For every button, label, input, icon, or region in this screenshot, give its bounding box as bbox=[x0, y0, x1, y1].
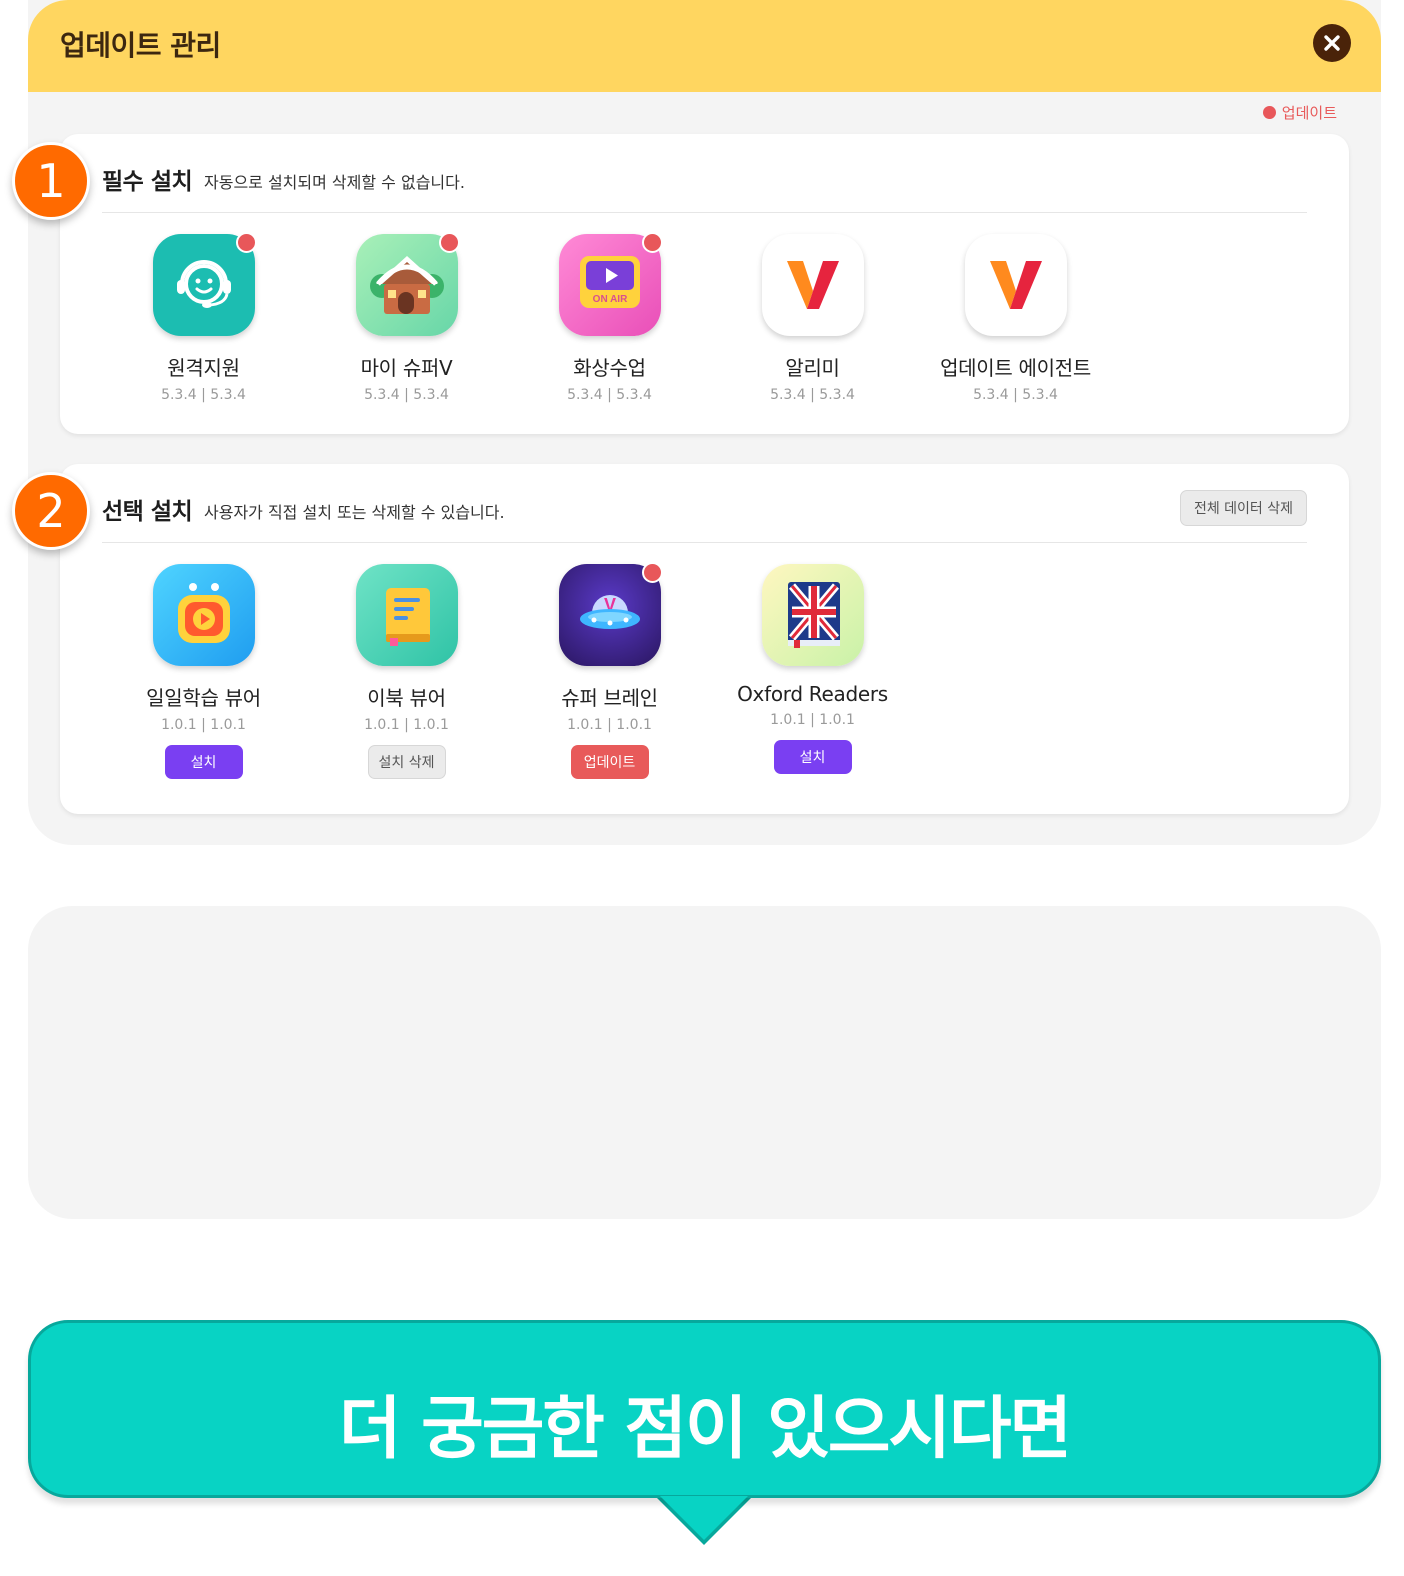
app-version: 5.3.4 | 5.3.4 bbox=[973, 387, 1058, 403]
v-logo-icon bbox=[964, 234, 1067, 336]
section-description: 사용자가 직접 설치 또는 삭제할 수 있습니다. bbox=[204, 503, 505, 522]
update-badge bbox=[438, 232, 460, 253]
card-header: 필수 설치 자동으로 설치되며 삭제할 수 없습니다. bbox=[102, 134, 1307, 213]
callout-bubble: 더 궁금한 점이 있으시다면 bbox=[28, 1320, 1381, 1498]
section-title: 필수 설치 bbox=[102, 169, 193, 195]
optional-install-card: 선택 설치 사용자가 직접 설치 또는 삭제할 수 있습니다. 전체 데이터 삭… bbox=[60, 464, 1349, 814]
step-badge-2: 2 bbox=[12, 472, 90, 550]
install-button[interactable]: 설치 bbox=[773, 740, 852, 774]
update-badge bbox=[641, 232, 663, 253]
v-logo-icon bbox=[761, 234, 864, 336]
ufo-icon: V bbox=[558, 562, 663, 666]
update-badge bbox=[641, 562, 663, 583]
app-name: 슈퍼 브레인 bbox=[561, 686, 658, 710]
app-item-daily-study-viewer: 일일학습 뷰어 1.0.1 | 1.0.1 설치 bbox=[102, 564, 305, 779]
modal-header: 업데이트 관리 bbox=[28, 0, 1381, 92]
empty-content-panel bbox=[28, 906, 1381, 1219]
callout-text: 더 궁금한 점이 있으시다면 bbox=[338, 1390, 1072, 1469]
install-button[interactable]: 설치 bbox=[164, 745, 243, 779]
app-version: 5.3.4 | 5.3.4 bbox=[567, 387, 652, 403]
app-list: 일일학습 뷰어 1.0.1 | 1.0.1 설치 이북 뷰어 1.0.1 | 1… bbox=[102, 562, 914, 779]
app-item-update-agent[interactable]: 업데이트 에이전트 5.3.4 | 5.3.4 bbox=[914, 234, 1117, 403]
app-item-remote-support[interactable]: 원격지원 5.3.4 | 5.3.4 bbox=[102, 232, 305, 403]
card-header: 선택 설치 사용자가 직접 설치 또는 삭제할 수 있습니다. 전체 데이터 삭… bbox=[102, 464, 1307, 543]
callout-tail bbox=[660, 1496, 748, 1540]
video-on-air-icon: ON AIR bbox=[558, 232, 663, 336]
app-item-video-class[interactable]: ON AIR 화상수업 5.3.4 | 5.3.4 bbox=[508, 232, 711, 403]
app-name: 일일학습 뷰어 bbox=[146, 686, 261, 710]
delete-all-data-button[interactable]: 전체 데이터 삭제 bbox=[1179, 490, 1307, 526]
legend-label: 업데이트 bbox=[1281, 104, 1337, 122]
app-name: 마이 슈퍼V bbox=[360, 356, 453, 380]
app-version: 5.3.4 | 5.3.4 bbox=[161, 387, 246, 403]
update-legend: 업데이트 bbox=[1262, 102, 1337, 123]
book-icon bbox=[355, 564, 458, 666]
app-version: 5.3.4 | 5.3.4 bbox=[770, 387, 855, 403]
app-version: 1.0.1 | 1.0.1 bbox=[567, 717, 652, 733]
app-version: 1.0.1 | 1.0.1 bbox=[161, 717, 246, 733]
house-icon bbox=[355, 232, 460, 336]
app-name: Oxford Readers bbox=[737, 682, 888, 706]
modal-title: 업데이트 관리 bbox=[60, 29, 221, 62]
required-install-card: 필수 설치 자동으로 설치되며 삭제할 수 없습니다. 원격지원 5.3.4 |… bbox=[60, 134, 1349, 434]
update-badge bbox=[235, 232, 257, 253]
app-version: 1.0.1 | 1.0.1 bbox=[770, 712, 855, 728]
app-name: 이북 뷰어 bbox=[367, 686, 446, 710]
app-item-my-super-v[interactable]: 마이 슈퍼V 5.3.4 | 5.3.4 bbox=[305, 232, 508, 403]
app-name: 업데이트 에이전트 bbox=[940, 356, 1091, 380]
uninstall-button[interactable]: 설치 삭제 bbox=[367, 745, 446, 779]
app-name: 알리미 bbox=[785, 356, 840, 380]
app-name: 화상수업 bbox=[573, 356, 646, 380]
app-item-notifier[interactable]: 알리미 5.3.4 | 5.3.4 bbox=[711, 234, 914, 403]
headset-support-icon bbox=[152, 232, 257, 336]
app-item-ebook-viewer: 이북 뷰어 1.0.1 | 1.0.1 설치 삭제 bbox=[305, 564, 508, 779]
union-jack-book-icon bbox=[761, 564, 864, 666]
update-dot-icon bbox=[1262, 106, 1276, 119]
app-version: 5.3.4 | 5.3.4 bbox=[364, 387, 449, 403]
update-management-modal: 업데이트 관리 업데이트 필수 설치 자동으로 설치되며 삭제할 수 없습니다. bbox=[28, 0, 1381, 845]
app-list: 원격지원 5.3.4 | 5.3.4 마이 슈퍼V 5.3.4 | 5.3.4 … bbox=[102, 232, 1117, 403]
section-description: 자동으로 설치되며 삭제할 수 없습니다. bbox=[204, 173, 465, 192]
app-name: 원격지원 bbox=[167, 356, 240, 380]
close-icon bbox=[1324, 35, 1340, 51]
step-badge-1: 1 bbox=[12, 142, 90, 220]
on-air-label: ON AIR bbox=[592, 294, 627, 305]
update-button[interactable]: 업데이트 bbox=[570, 745, 649, 779]
section-title: 선택 설치 bbox=[102, 499, 193, 525]
tv-play-icon bbox=[152, 564, 255, 666]
close-button[interactable] bbox=[1313, 24, 1351, 62]
app-item-super-brain: V 슈퍼 브레인 1.0.1 | 1.0.1 업데이트 bbox=[508, 562, 711, 779]
app-item-oxford-readers: Oxford Readers 1.0.1 | 1.0.1 설치 bbox=[711, 564, 914, 779]
app-version: 1.0.1 | 1.0.1 bbox=[364, 717, 449, 733]
